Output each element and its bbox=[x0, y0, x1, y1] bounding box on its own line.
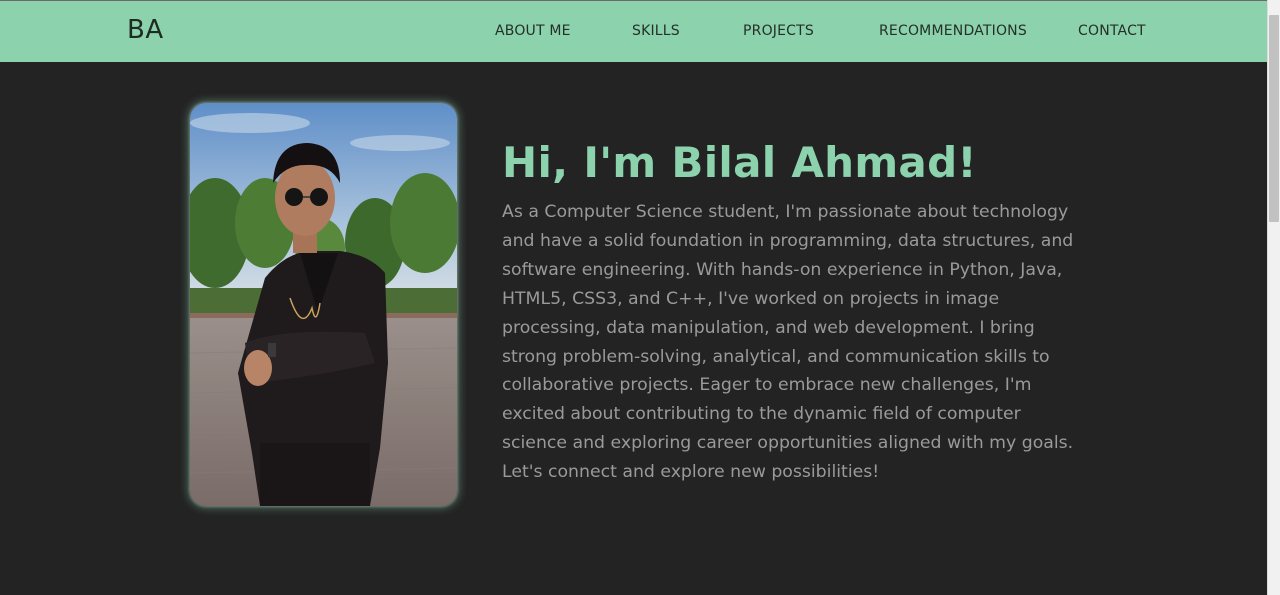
profile-photo bbox=[190, 103, 457, 506]
nav-projects[interactable]: PROJECTS bbox=[743, 23, 814, 39]
scrollbar[interactable] bbox=[1267, 0, 1280, 595]
page: BA ABOUT ME SKILLS PROJECTS RECOMMENDATI… bbox=[0, 0, 1280, 595]
nav-contact[interactable]: CONTACT bbox=[1078, 23, 1146, 39]
nav-skills[interactable]: SKILLS bbox=[632, 23, 680, 39]
scrollbar-thumb[interactable] bbox=[1269, 15, 1279, 222]
hero-title: Hi, I'm Bilal Ahmad! bbox=[502, 138, 977, 187]
navbar: BA ABOUT ME SKILLS PROJECTS RECOMMENDATI… bbox=[0, 0, 1267, 62]
nav-about-me[interactable]: ABOUT ME bbox=[495, 23, 571, 39]
nav-recommendations[interactable]: RECOMMENDATIONS bbox=[879, 23, 1027, 39]
logo[interactable]: BA bbox=[127, 15, 164, 45]
hero-bio: As a Computer Science student, I'm passi… bbox=[502, 202, 1074, 483]
